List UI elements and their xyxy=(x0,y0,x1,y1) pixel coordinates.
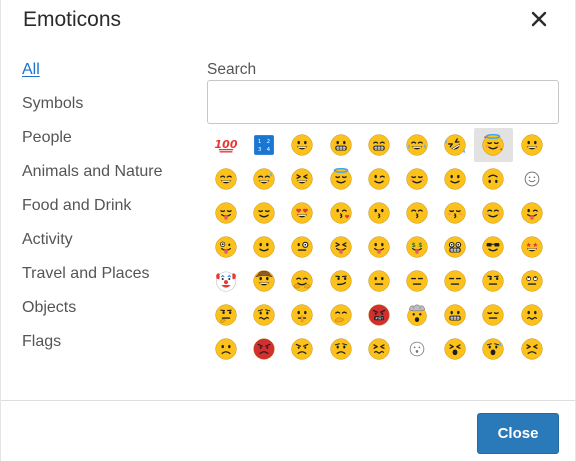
search-input[interactable] xyxy=(207,80,559,124)
beaming-face-icon[interactable] xyxy=(360,128,398,162)
upside-down-face-icon[interactable] xyxy=(474,162,512,196)
svg-text:2: 2 xyxy=(267,139,271,145)
kissing-closed-eyes-icon[interactable] xyxy=(436,196,474,230)
emoji-grid-viewport[interactable]: 100 1 2 3 4 $ $ #@! xyxy=(207,128,553,378)
neutral-face-icon[interactable] xyxy=(360,264,398,298)
smiling-blush-icon[interactable] xyxy=(474,196,512,230)
grinning-face-icon[interactable] xyxy=(283,128,321,162)
rolling-laughing-icon[interactable] xyxy=(436,128,474,162)
yum-face-icon[interactable] xyxy=(207,196,245,230)
hugging-face-icon[interactable] xyxy=(283,264,321,298)
winking-tongue-icon[interactable] xyxy=(513,196,551,230)
footer-divider xyxy=(1,400,576,401)
svg-text:4: 4 xyxy=(267,147,271,153)
sweat-smile-icon[interactable] xyxy=(245,162,283,196)
zany-face-icon[interactable] xyxy=(207,230,245,264)
money-mouth-icon[interactable]: $ $ xyxy=(398,230,436,264)
svg-text:1: 1 xyxy=(258,139,262,145)
hand-over-mouth-icon[interactable] xyxy=(322,298,360,332)
emoticons-dialog: Emoticons All Symbols People Animals and… xyxy=(0,0,576,461)
grinning-smiling-eyes-icon[interactable] xyxy=(207,162,245,196)
tears-of-joy-icon[interactable] xyxy=(398,128,436,162)
expressionless-face-icon[interactable] xyxy=(398,264,436,298)
svg-text:$: $ xyxy=(412,242,416,249)
unamused-face-icon[interactable] xyxy=(474,264,512,298)
neutral-smile-icon[interactable] xyxy=(245,230,283,264)
nav-item-food-and-drink[interactable]: Food and Drink xyxy=(22,196,192,230)
nav-item-all[interactable]: All xyxy=(22,60,192,94)
nerd-face-icon[interactable] xyxy=(436,230,474,264)
angry-face-icon[interactable] xyxy=(245,332,283,366)
grimacing-face-icon[interactable] xyxy=(322,128,360,162)
svg-text:100: 100 xyxy=(215,138,237,151)
blushing-face-icon[interactable] xyxy=(398,162,436,196)
svg-text:$: $ xyxy=(418,242,422,249)
kissing-heart-icon[interactable] xyxy=(322,196,360,230)
clown-face-icon[interactable] xyxy=(207,264,245,298)
nav-item-objects[interactable]: Objects xyxy=(22,298,192,332)
svg-text:#@!: #@! xyxy=(375,317,383,321)
star-struck-icon[interactable] xyxy=(513,230,551,264)
kissing-face-icon[interactable] xyxy=(360,196,398,230)
relieved-face-icon[interactable] xyxy=(245,196,283,230)
pouting-face-icon[interactable] xyxy=(283,332,321,366)
sad-face-icon[interactable] xyxy=(322,332,360,366)
cowboy-face-icon[interactable] xyxy=(245,264,283,298)
thinking-face-icon[interactable] xyxy=(207,298,245,332)
exploding-head-icon[interactable] xyxy=(398,298,436,332)
winking-face-icon[interactable] xyxy=(360,162,398,196)
nav-item-travel-and-places[interactable]: Travel and Places xyxy=(22,264,192,298)
confused-face-icon[interactable] xyxy=(513,298,551,332)
nav-item-activity[interactable]: Activity xyxy=(22,230,192,264)
emoji-grid: 100 1 2 3 4 $ $ #@! xyxy=(207,128,553,366)
slightly-smiling-face-icon[interactable] xyxy=(436,162,474,196)
weary-face-icon[interactable] xyxy=(513,332,551,366)
white-smiling-face-icon[interactable] xyxy=(513,162,551,196)
tongue-face-icon[interactable] xyxy=(360,230,398,264)
monocle-face-icon[interactable] xyxy=(283,230,321,264)
smirking-face-icon[interactable] xyxy=(322,264,360,298)
cursing-face-icon[interactable]: #@! xyxy=(360,298,398,332)
anxious-face-icon[interactable] xyxy=(474,332,512,366)
search-label: Search xyxy=(207,61,257,78)
smiling-halo-icon[interactable] xyxy=(322,162,360,196)
grinning-face-icon[interactable] xyxy=(513,128,551,162)
nav-item-flags[interactable]: Flags xyxy=(22,332,192,366)
persevering-face-icon[interactable] xyxy=(360,332,398,366)
close-button[interactable]: Close xyxy=(477,413,559,454)
frowning-face-icon[interactable] xyxy=(207,332,245,366)
grimace-face-icon[interactable] xyxy=(436,298,474,332)
category-nav: All Symbols People Animals and Nature Fo… xyxy=(22,60,192,366)
ghost-face-icon[interactable] xyxy=(398,332,436,366)
squinting-tongue-icon[interactable] xyxy=(322,230,360,264)
close-icon[interactable] xyxy=(527,6,551,32)
squinting-grin-icon[interactable] xyxy=(283,162,321,196)
flat-mouth-icon[interactable] xyxy=(436,264,474,298)
hundred-points-icon[interactable]: 100 xyxy=(207,128,245,162)
svg-text:3: 3 xyxy=(258,147,262,153)
heart-eyes-icon[interactable] xyxy=(283,196,321,230)
input-numbers-icon[interactable]: 1234 xyxy=(245,128,283,162)
worried-face-icon[interactable] xyxy=(245,298,283,332)
shushing-face-icon[interactable] xyxy=(283,298,321,332)
dialog-title: Emoticons xyxy=(23,8,122,31)
sunglasses-face-icon[interactable] xyxy=(474,230,512,264)
nav-item-people[interactable]: People xyxy=(22,128,192,162)
eye-roll-icon[interactable] xyxy=(513,264,551,298)
pensive-face-icon[interactable] xyxy=(474,298,512,332)
kissing-smiling-eyes-icon[interactable] xyxy=(398,196,436,230)
nav-item-animals-and-nature[interactable]: Animals and Nature xyxy=(22,162,192,196)
nav-item-symbols[interactable]: Symbols xyxy=(22,94,192,128)
smiling-hearts-face-icon[interactable] xyxy=(474,128,513,162)
tired-face-icon[interactable] xyxy=(436,332,474,366)
